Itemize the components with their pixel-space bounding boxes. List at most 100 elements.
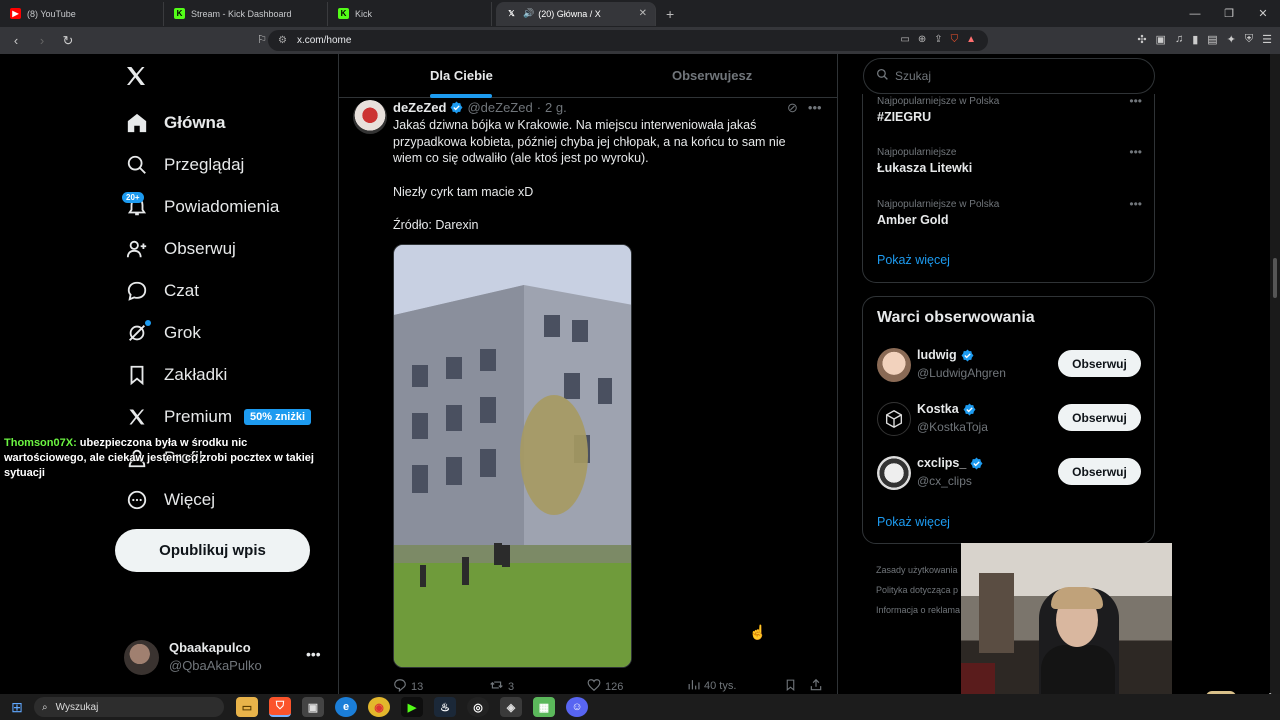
page-scrollbar[interactable]	[1270, 54, 1280, 694]
follow-button[interactable]: Obserwuj	[1058, 350, 1141, 377]
views-count: 40 tys.	[704, 680, 737, 692]
nav-chat[interactable]: Czat	[124, 276, 199, 306]
footer-link[interactable]: Polityka dotycząca p	[876, 580, 960, 600]
follow-suggestion[interactable]: cxclips_ @cx_clips Obserwuj	[877, 456, 1142, 492]
close-window-icon[interactable]: ✕	[1246, 7, 1280, 20]
tweet-time[interactable]: 2 g.	[545, 100, 567, 115]
tab-for-you[interactable]: Dla Ciebie	[430, 68, 493, 83]
taskbar-search[interactable]: ⌕ Wyszukaj	[34, 697, 224, 717]
grok-icon[interactable]: ⊘	[787, 100, 798, 116]
file-explorer-icon[interactable]: ▭	[236, 697, 258, 717]
footer-link[interactable]: Zasady użytkowania	[876, 560, 960, 580]
kick-app-icon[interactable]: ▶	[401, 697, 423, 717]
nav-explore[interactable]: Przeglądaj	[124, 150, 244, 180]
like-count: 126	[605, 680, 624, 693]
more-dots-icon[interactable]: •••	[808, 100, 822, 116]
profile-name: Qbaakapulco	[169, 640, 251, 655]
chat-icon	[124, 278, 150, 304]
site-settings-icon[interactable]: ⚙	[278, 35, 287, 46]
maximize-icon[interactable]: ❐	[1212, 7, 1246, 20]
tab-following[interactable]: Obserwujesz	[672, 68, 752, 83]
more-dots-icon[interactable]: •••	[1129, 145, 1142, 159]
minimize-icon[interactable]: —	[1178, 8, 1212, 20]
back-icon[interactable]: ‹	[6, 33, 26, 48]
nav-grok[interactable]: Grok	[124, 318, 201, 348]
footer-link[interactable]: Informacja o reklama	[876, 600, 960, 620]
steam-icon[interactable]: ♨	[434, 697, 456, 717]
reply-button[interactable]: 13	[393, 678, 423, 695]
follow-button[interactable]: Obserwuj	[1058, 404, 1141, 431]
nav-follow[interactable]: Obserwuj	[124, 234, 236, 264]
taskbar-app-icon[interactable]: ▦	[533, 697, 555, 717]
taskbar-apps: ▭ ⛉ ▣ e ◉ ▶ ♨ ◎ ◈ ▦ ☺	[236, 697, 588, 717]
windows-start-icon[interactable]: ⊞	[0, 699, 34, 716]
edge-icon[interactable]: e	[335, 697, 357, 717]
trend-item[interactable]: Najpopularniejsze w Polska Amber Gold ••…	[877, 197, 1142, 227]
author-name[interactable]: deZeZed	[393, 100, 446, 115]
nav-more[interactable]: Więcej	[124, 485, 215, 515]
repost-button[interactable]: 3	[489, 678, 514, 695]
nav-home[interactable]: Główna	[124, 108, 225, 138]
share-button[interactable]	[809, 678, 823, 695]
like-button[interactable]: 126	[587, 678, 623, 695]
wallet-icon[interactable]: ▤	[1207, 33, 1217, 46]
more-dots-icon[interactable]: •••	[306, 646, 321, 662]
reload-icon[interactable]: ↻	[58, 33, 78, 49]
browser-tab-kick[interactable]: K Kick	[328, 1, 492, 26]
obs-icon[interactable]: ◎	[467, 697, 489, 717]
media-icon[interactable]: ♫	[1175, 33, 1183, 46]
post-button[interactable]: Opublikuj wpis	[115, 529, 310, 572]
extension-icon[interactable]: ▣	[1156, 33, 1166, 46]
extensions-icon[interactable]: ✣	[1137, 33, 1146, 46]
scrollbar-thumb[interactable]	[1273, 258, 1277, 298]
premium-discount-badge[interactable]: 50% zniżki	[244, 409, 312, 425]
trend-item[interactable]: Najpopularniejsze Łukasza Litewki •••	[877, 145, 1142, 175]
more-dots-icon[interactable]: •••	[1129, 197, 1142, 211]
search-input[interactable]: Szukaj	[863, 58, 1155, 94]
show-more-trends[interactable]: Pokaż więcej	[877, 253, 950, 267]
browser-tab-youtube[interactable]: ▶ (8) YouTube	[0, 1, 164, 26]
taskbar-app-icon[interactable]: ▣	[302, 697, 324, 717]
chrome-icon[interactable]: ◉	[368, 697, 390, 717]
follow-suggestion[interactable]: Kostka @KostkaToja Obserwuj	[877, 402, 1142, 438]
author-handle[interactable]: @deZeZed	[467, 100, 532, 115]
zoom-icon[interactable]: ⊕	[918, 34, 926, 45]
nav-premium[interactable]: Premium 50% zniżki	[124, 402, 312, 432]
tweet-tools: ⊘ •••	[787, 100, 822, 116]
nav-bookmarks[interactable]: Zakładki	[124, 360, 227, 390]
audio-icon[interactable]: 🔊	[523, 8, 534, 19]
taskbar-app-icon[interactable]: ◈	[500, 697, 522, 717]
vpn-icon[interactable]: ⛨	[1245, 33, 1253, 46]
bookmark-button[interactable]	[784, 678, 797, 695]
trend-item[interactable]: Najpopularniejsze w Polska #ZIEGRU •••	[877, 94, 1142, 124]
views-button[interactable]: 40 tys.	[687, 678, 736, 694]
menu-icon[interactable]: ☰	[1262, 33, 1272, 46]
show-more-follow[interactable]: Pokaż więcej	[877, 515, 950, 529]
brave-shield-icon[interactable]: ⛉	[951, 34, 959, 45]
trend-category: Najpopularniejsze w Polska	[877, 199, 1000, 210]
browser-tab-kick-dashboard[interactable]: K Stream - Kick Dashboard	[164, 1, 328, 26]
ai-icon[interactable]: ✦	[1227, 33, 1236, 46]
forward-icon[interactable]: ›	[32, 33, 52, 48]
browser-tab-x-home[interactable]: 𝕏 🔊 (20) Główna / X ✕	[496, 1, 656, 26]
account-switcher[interactable]: Qbaakapulco @QbaAkaPulko •••	[124, 638, 324, 678]
follow-button[interactable]: Obserwuj	[1058, 458, 1141, 485]
nav-notifications[interactable]: Powiadomienia	[124, 192, 279, 222]
brave-browser-icon[interactable]: ⛉	[269, 697, 291, 717]
avatar	[877, 348, 911, 382]
close-tab-icon[interactable]: ✕	[639, 8, 647, 19]
tweet-video[interactable]	[393, 244, 632, 668]
discord-icon[interactable]: ☺	[566, 697, 588, 717]
avatar[interactable]	[353, 100, 387, 134]
share-icon[interactable]: ⇪	[934, 34, 942, 45]
avatar	[877, 456, 911, 490]
more-dots-icon[interactable]: •••	[1129, 94, 1142, 108]
feed-tabs: Dla Ciebie Obserwujesz	[339, 54, 837, 98]
sidebar-icon[interactable]: ▮	[1192, 33, 1198, 46]
x-logo-icon[interactable]	[124, 64, 150, 90]
address-bar[interactable]: ⚙ x.com/home ▭ ⊕ ⇪ ⛉ ▲	[268, 30, 988, 51]
cast-icon[interactable]: ▭	[900, 34, 909, 45]
follow-suggestion[interactable]: ludwig @LudwigAhgren Obserwuj	[877, 348, 1142, 384]
new-tab-icon[interactable]: +	[666, 6, 674, 22]
brave-rewards-icon[interactable]: ▲	[966, 34, 976, 45]
